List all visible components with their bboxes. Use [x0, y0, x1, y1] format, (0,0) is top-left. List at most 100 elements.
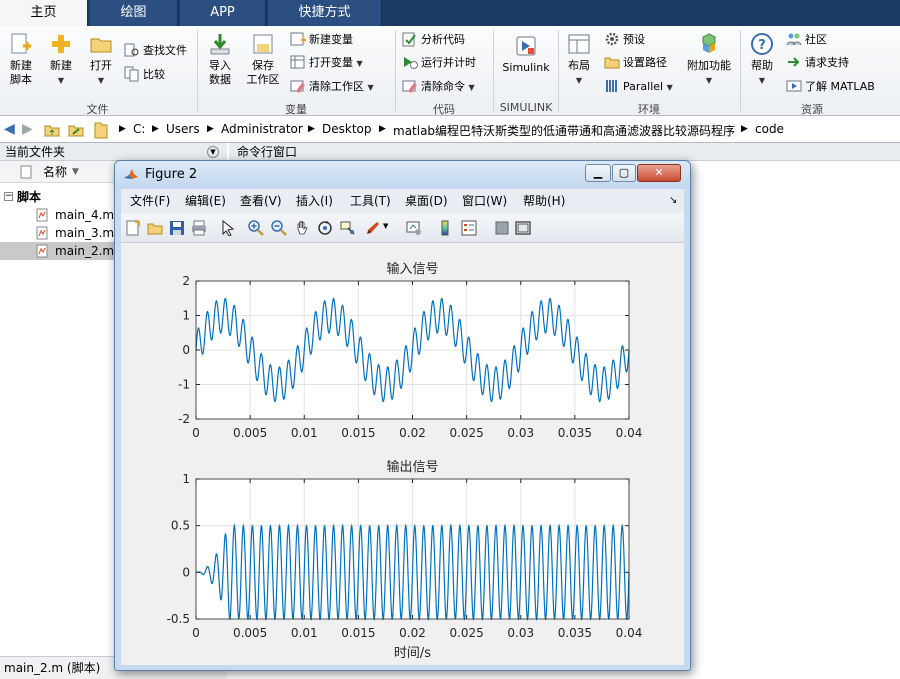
simulink-button[interactable]: Simulink [498, 34, 554, 75]
x-tick-label: 0.015 [341, 626, 375, 640]
menu-window[interactable]: 窗口(W) [462, 189, 507, 213]
browse-folder-icon[interactable] [68, 122, 84, 138]
help-button[interactable]: ? 帮助 ▼ [746, 32, 778, 88]
current-folder-panel-header: 当前文件夹 ▼ [0, 143, 227, 161]
back-icon[interactable]: ◀ [4, 121, 15, 137]
menu-help[interactable]: 帮助(H) [523, 189, 565, 213]
m-file-icon [36, 226, 48, 240]
new-figure-icon[interactable] [125, 220, 141, 236]
run-and-time-button[interactable]: 运行并计时 [402, 53, 476, 73]
command-window-header: 命令行窗口 [229, 143, 900, 161]
hide-plot-tools-icon[interactable] [494, 220, 510, 236]
data-cursor-icon[interactable] [340, 220, 356, 236]
colorbar-icon[interactable] [438, 220, 454, 236]
open-button[interactable]: 打开 ▼ [84, 32, 118, 88]
clear-commands-button[interactable]: 清除命令 ▼ [402, 77, 475, 97]
edit-plot-icon[interactable] [220, 220, 236, 236]
axes-output-signal[interactable]: 0 0.005 0.01 0.015 0.02 0.025 0.03 0.035 0.04 -0.… [167, 459, 643, 661]
breadcrumb-users[interactable]: Users [166, 122, 200, 136]
open-file-icon[interactable] [147, 220, 163, 236]
y-tick-label: 0 [182, 565, 190, 579]
link-plot-icon[interactable] [406, 220, 422, 236]
request-support-button[interactable]: 请求支持 [786, 53, 849, 73]
panel-actions-icon[interactable]: ▼ [207, 146, 219, 158]
menu-file[interactable]: 文件(F) [130, 189, 170, 213]
new-script-button[interactable]: 新建 脚本 [4, 32, 38, 87]
close-icon: ✕ [654, 166, 664, 179]
brush-icon[interactable] [365, 220, 381, 236]
m-file-icon [36, 208, 48, 222]
close-button[interactable]: ✕ [637, 164, 681, 182]
matlab-logo-icon [124, 169, 138, 179]
save-workspace-label: 保存 工作区 [246, 59, 280, 86]
minimize-icon: ▁ [593, 166, 603, 179]
analyze-code-button[interactable]: 分析代码 [402, 30, 465, 50]
folder-icon [94, 122, 108, 139]
set-path-button[interactable]: 设置路径 [604, 53, 667, 73]
parallel-button[interactable]: Parallel ▼ [604, 77, 673, 97]
new-script-icon [11, 33, 31, 54]
breadcrumb-drive[interactable]: C: [133, 122, 145, 136]
menu-desktop[interactable]: 桌面(D) [405, 189, 448, 213]
community-button[interactable]: 社区 [786, 30, 827, 50]
axes-input-signal[interactable]: 0 0.005 0.01 0.015 0.02 0.025 0.03 0.035 0.04 -2 -… [178, 261, 642, 440]
preferences-button[interactable]: 预设 [604, 30, 645, 50]
compare-button[interactable]: 比较 [124, 65, 165, 85]
forward-icon[interactable]: ▶ [22, 121, 33, 137]
pan-hand-icon[interactable] [294, 220, 310, 236]
zoom-out-icon[interactable] [271, 220, 287, 236]
y-tick-label: 0.5 [171, 519, 190, 533]
maximize-button[interactable]: ▢ [612, 164, 636, 182]
breadcrumb-administrator[interactable]: Administrator [221, 122, 303, 136]
breadcrumb-code[interactable]: code [755, 122, 784, 136]
minimize-button[interactable]: ▁ [585, 164, 611, 182]
open-variable-label: 打开变量 [309, 56, 353, 69]
figure-window: Figure 2 ▁ ▢ ✕ 文件(F) 编辑(E) 查看(V) 插入(I) 工… [114, 160, 691, 671]
legend-icon[interactable] [461, 220, 477, 236]
eraser-icon [402, 80, 417, 93]
menu-tools[interactable]: 工具(T) [350, 189, 391, 213]
new-label: 新建 [50, 59, 72, 72]
import-data-button[interactable]: 导入 数据 [202, 32, 238, 87]
chevron-down-icon[interactable]: ▼ [383, 222, 388, 230]
collapse-icon[interactable]: − [4, 192, 13, 201]
breadcrumb-project-folder[interactable]: matlab编程巴特沃斯类型的低通带通和高通滤波器比较源码程序 [393, 122, 735, 139]
print-icon[interactable] [191, 220, 207, 236]
menu-insert[interactable]: 插入(I) [296, 189, 333, 213]
zoom-in-icon[interactable] [248, 220, 264, 236]
group-label-code: 代码 [433, 103, 455, 116]
show-plot-tools-icon[interactable] [515, 220, 531, 236]
clear-workspace-button[interactable]: 清除工作区 ▼ [290, 77, 374, 97]
add-ons-button[interactable]: 附加功能 ▼ [684, 32, 734, 88]
figure-canvas: 0 0.005 0.01 0.015 0.02 0.025 0.03 0.035 0.04 -2 -… [121, 243, 684, 665]
toolstrip-tabbar: 主页 绘图 APP 快捷方式 [0, 0, 900, 26]
save-icon[interactable] [169, 220, 185, 236]
svg-text:?: ? [758, 38, 766, 53]
rotate-3d-icon[interactable] [317, 220, 333, 236]
folder-group-label: 脚本 [17, 190, 42, 204]
figure-title-bar[interactable]: Figure 2 ▁ ▢ ✕ [115, 161, 690, 189]
menu-view[interactable]: 查看(V) [240, 189, 282, 213]
learn-matlab-label: 了解 MATLAB [805, 80, 875, 93]
save-workspace-button[interactable]: 保存 工作区 [244, 32, 282, 87]
new-button[interactable]: 新建 ▼ [44, 32, 78, 88]
menu-edit[interactable]: 编辑(E) [185, 189, 226, 213]
tab-plots[interactable]: 绘图 [90, 0, 178, 26]
gear-icon [605, 32, 619, 46]
x-tick-label: 0.01 [291, 426, 318, 440]
dock-arrow-icon[interactable]: ↘ [669, 189, 677, 213]
open-variable-button[interactable]: 打开变量 ▼ [290, 53, 363, 73]
chevron-down-icon: ▼ [705, 76, 713, 85]
up-folder-icon[interactable] [44, 122, 60, 138]
figure-toolbar: ▼ [121, 213, 684, 243]
breadcrumb-desktop[interactable]: Desktop [322, 122, 372, 136]
tab-shortcuts[interactable]: 快捷方式 [268, 0, 382, 26]
learn-matlab-button[interactable]: 了解 MATLAB [786, 77, 875, 97]
group-label-variable: 变量 [285, 103, 307, 116]
new-variable-button[interactable]: 新建变量 [290, 30, 353, 50]
tab-apps[interactable]: APP [180, 0, 266, 26]
layout-button[interactable]: 布局 ▼ [562, 32, 596, 88]
tab-home[interactable]: 主页 [0, 0, 88, 26]
ribbon-divider [395, 30, 396, 112]
find-files-button[interactable]: 查找文件 [124, 41, 187, 61]
